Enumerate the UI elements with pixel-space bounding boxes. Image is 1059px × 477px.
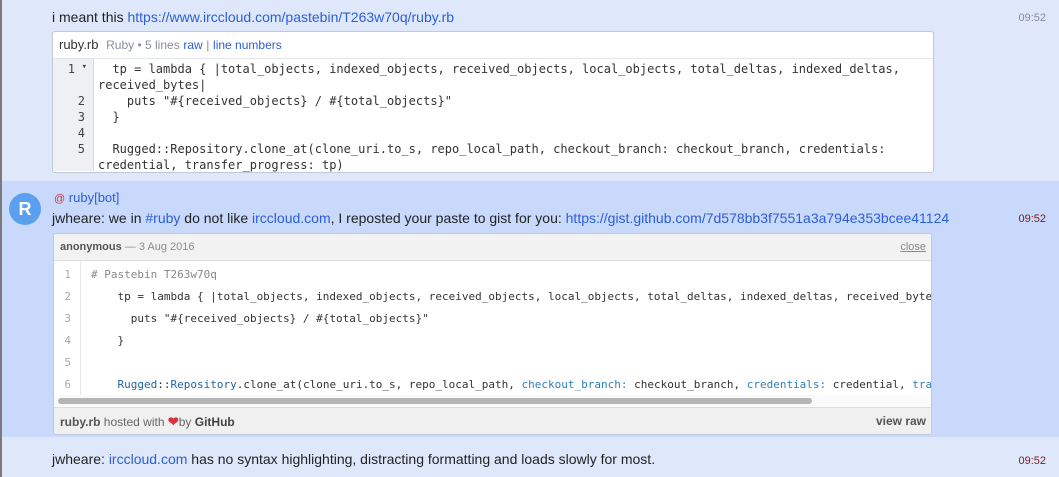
- message-2-text: do not like: [180, 210, 253, 226]
- close-button[interactable]: close: [900, 234, 926, 260]
- code-line: Rugged::Repository.clone_at(clone_uri.to…: [98, 142, 886, 156]
- line-number: 5: [77, 142, 85, 156]
- line-numbers-link[interactable]: line numbers: [213, 38, 282, 52]
- code-line: credential, transfer_progress: tp): [98, 158, 344, 172]
- at-icon: @: [54, 193, 66, 205]
- line-number: 1: [67, 62, 75, 76]
- line-number: 2: [77, 94, 85, 108]
- code-line: tp = lambda { |total_objects, indexed_ob…: [98, 62, 900, 76]
- view-raw-link[interactable]: view raw: [876, 408, 926, 434]
- gist-code: 1 2 3 4 5 6 # Pastebin T263w70q tp = lam…: [54, 261, 931, 395]
- timestamp-2: 09:52: [1018, 213, 1046, 225]
- timestamp-3: 09:52: [1018, 455, 1046, 467]
- code-symbol: credentials:: [746, 378, 827, 391]
- by-text: by: [178, 415, 195, 429]
- pastebin-header: ruby.rb Ruby • 5 lines raw | line number…: [53, 32, 933, 59]
- pastebin-embed: ruby.rb Ruby • 5 lines raw | line number…: [52, 31, 934, 173]
- code-line: received_bytes|: [98, 78, 207, 92]
- message-2-text: , I reposted your paste to gist for you:: [330, 210, 566, 226]
- gist-author: anonymous: [60, 241, 122, 253]
- horizontal-scrollbar[interactable]: [54, 395, 931, 407]
- irccloud-link[interactable]: irccloud.com: [109, 451, 188, 467]
- gist-filename-link[interactable]: ruby.rb: [60, 415, 100, 429]
- raw-link[interactable]: raw: [183, 38, 202, 52]
- line-number: 2: [64, 290, 71, 303]
- heart-icon: ❤: [167, 414, 179, 429]
- github-link[interactable]: GitHub: [195, 415, 235, 429]
- code-class: Rugged: [117, 378, 158, 391]
- line-number: 5: [64, 356, 71, 369]
- message-2-text: jwheare: we in: [52, 210, 146, 226]
- line-number: 3: [64, 312, 71, 325]
- fold-arrow-icon[interactable]: ▾: [82, 62, 87, 72]
- code-class: Repository: [170, 378, 237, 391]
- paste-meta: Ruby • 5 lines: [106, 38, 180, 52]
- author-name[interactable]: ruby[bot]: [69, 190, 120, 205]
- link-separator: |: [206, 38, 210, 52]
- gist-footer: ruby.rb hosted with ❤by GitHub view raw: [54, 407, 931, 434]
- gist-link[interactable]: https://gist.github.com/7d578bb3f7551a3a…: [566, 210, 950, 226]
- code-symbol: checkout_branch:: [521, 378, 628, 391]
- code-line: Rugged::Repository.clone_at(clone_uri.to…: [91, 378, 932, 391]
- gist-date: — 3 Aug 2016: [121, 241, 195, 253]
- code-line: puts "#{received_objects} / #{total_obje…: [98, 94, 453, 108]
- message-1-text: i meant this: [52, 9, 128, 25]
- code-line: }: [98, 110, 120, 124]
- code-symbol: tra: [912, 378, 932, 391]
- message-1: i meant this https://www.irccloud.com/pa…: [52, 9, 454, 25]
- avatar[interactable]: R: [9, 193, 41, 225]
- code-text: credential,: [826, 378, 913, 391]
- gist-header: anonymous — 3 Aug 2016 close: [54, 234, 931, 261]
- message-2: jwheare: we in #ruby do not like ircclou…: [52, 210, 949, 226]
- code-line: tp = lambda { |total_objects, indexed_ob…: [91, 290, 932, 303]
- gist-embed: anonymous — 3 Aug 2016 close 1 2 3 4 5 6…: [53, 233, 932, 435]
- line-number: 4: [64, 334, 71, 347]
- code-line: # Pastebin T263w70q: [91, 268, 217, 281]
- irccloud-link[interactable]: irccloud.com: [252, 210, 331, 226]
- message-3-text: jwheare:: [52, 451, 109, 467]
- code-text: checkout_branch,: [627, 378, 747, 391]
- message-3-text: has no syntax highlighting, distracting …: [187, 451, 656, 467]
- code-text: .clone_at(clone_uri.to_s, repo_local_pat…: [236, 378, 522, 391]
- paste-gutter: 1 ▾ 2 3 4 5: [53, 59, 94, 171]
- line-number: 3: [77, 110, 85, 124]
- nick: @ ruby[bot]: [54, 190, 119, 205]
- hosted-text: hosted with: [100, 415, 168, 429]
- line-number: 1: [64, 268, 71, 281]
- message-3: jwheare: irccloud.com has no syntax high…: [52, 451, 655, 467]
- channel-link[interactable]: #ruby: [145, 210, 180, 226]
- code-line: puts "#{received_objects} / #{total_obje…: [91, 312, 429, 325]
- code-line: }: [91, 334, 125, 347]
- scrollbar-thumb[interactable]: [58, 398, 812, 404]
- timestamp-1: 09:52: [1018, 12, 1046, 24]
- line-number: 6: [64, 378, 71, 391]
- line-number: 4: [77, 126, 85, 140]
- paste-filename: ruby.rb: [59, 37, 99, 52]
- gist-gutter: 1 2 3 4 5 6: [54, 261, 81, 395]
- pastebin-link[interactable]: https://www.irccloud.com/pastebin/T263w7…: [127, 9, 454, 25]
- code-ns: ::: [157, 378, 171, 391]
